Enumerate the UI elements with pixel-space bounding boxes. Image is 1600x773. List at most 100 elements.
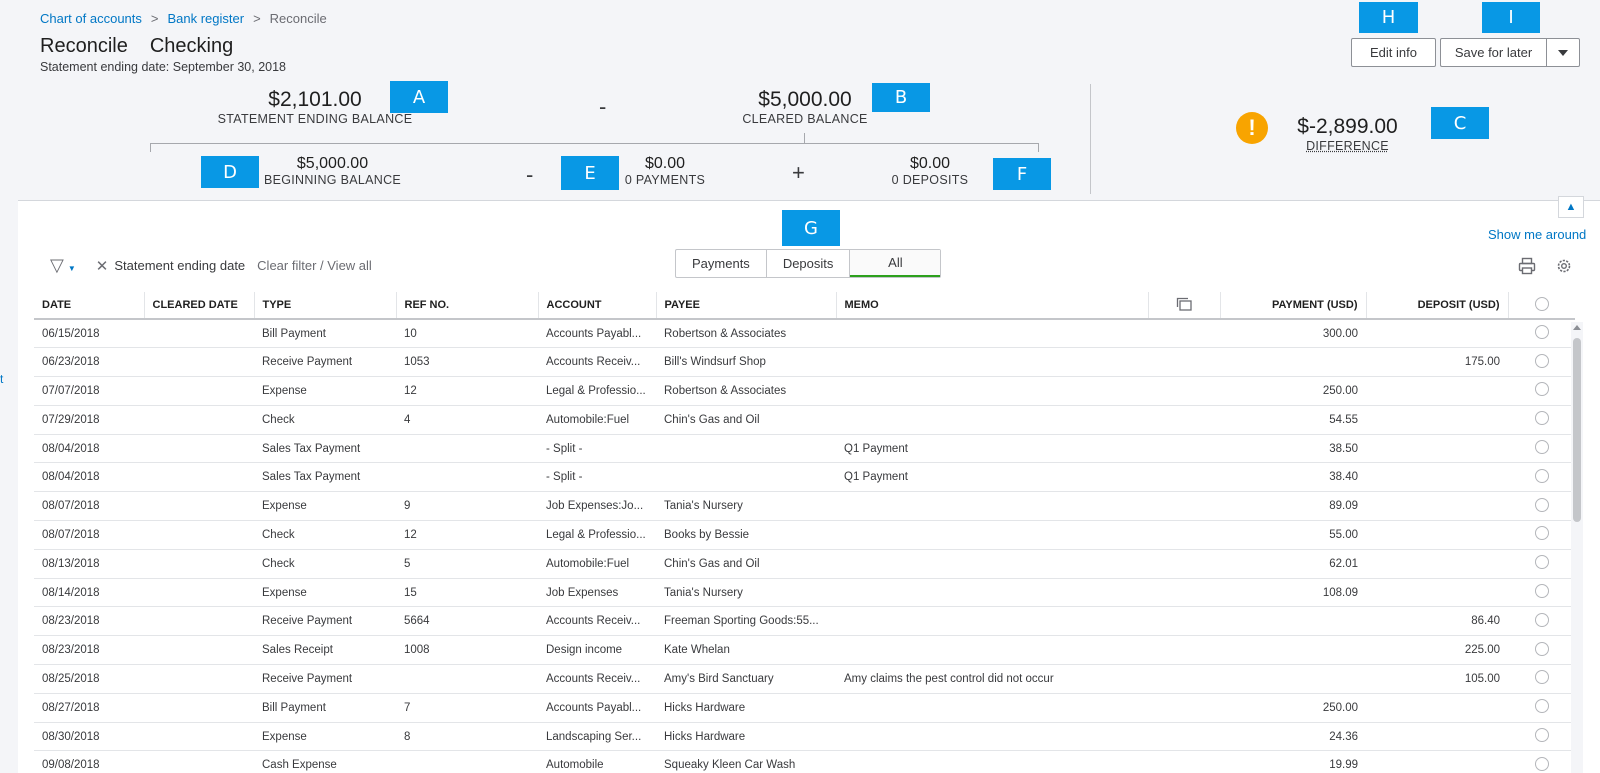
table-row[interactable]: 08/23/2018 Receive Payment 5664 Accounts Re… [34, 606, 1575, 637]
col-ref[interactable]: REF NO. [396, 292, 539, 320]
table-row[interactable]: 06/15/2018 Bill Payment 10 Accounts Payabl.… [34, 319, 1575, 349]
transaction-type-tabs: Payments Deposits All [675, 249, 942, 278]
cell-memo [836, 491, 1148, 522]
cell-payment: 250.00 [1220, 693, 1366, 723]
save-for-later-button[interactable]: Save for later [1440, 38, 1546, 67]
table-scrollbar[interactable] [1571, 322, 1583, 773]
breadcrumb-reconcile: Reconcile [269, 11, 327, 26]
filter-icon[interactable]: ▽ [50, 255, 64, 276]
cell-clear-toggle[interactable] [1508, 520, 1575, 550]
cell-clear-toggle[interactable] [1508, 606, 1575, 637]
cell-deposit [1366, 491, 1508, 522]
cell-memo [836, 635, 1148, 666]
cell-clear-toggle[interactable] [1508, 434, 1575, 464]
cell-ref: 8 [396, 722, 538, 752]
cell-clear-toggle[interactable] [1508, 347, 1575, 378]
clear-radio[interactable] [1534, 382, 1549, 397]
cell-clear-toggle[interactable] [1508, 578, 1575, 608]
cell-date: 06/15/2018 [34, 319, 144, 349]
clear-radio[interactable] [1534, 641, 1549, 656]
copy-icon[interactable] [1176, 297, 1192, 311]
clear-radio[interactable] [1534, 468, 1549, 483]
cell-cleared [144, 606, 254, 637]
cell-clear-toggle[interactable] [1508, 750, 1575, 773]
table-row[interactable]: 08/07/2018 Expense 9 Job Expenses:Jo... Tani… [34, 491, 1575, 522]
scrollbar-thumb[interactable] [1573, 338, 1581, 522]
table-row[interactable]: 08/04/2018 Sales Tax Payment - Split - Q1 P… [34, 462, 1575, 493]
cell-clear-toggle[interactable] [1508, 664, 1575, 694]
tab-all[interactable]: All [850, 250, 941, 277]
tab-payments[interactable]: Payments [676, 250, 767, 277]
clear-radio[interactable] [1534, 325, 1549, 340]
table-row[interactable]: 08/27/2018 Bill Payment 7 Accounts Payabl..… [34, 693, 1575, 723]
table-row[interactable]: 07/07/2018 Expense 12 Legal & Professio... R… [34, 376, 1575, 406]
col-payee[interactable]: PAYEE [656, 292, 837, 320]
cell-clear-toggle[interactable] [1508, 693, 1575, 723]
clear-radio[interactable] [1534, 526, 1549, 541]
cell-type: Sales Tax Payment [254, 434, 396, 464]
cell-memo [836, 405, 1148, 435]
cell-clear-toggle[interactable] [1508, 319, 1575, 349]
col-cleared-date[interactable]: CLEARED DATE [144, 292, 255, 320]
cell-type: Receive Payment [254, 606, 396, 637]
table-row[interactable]: 08/30/2018 Expense 8 Landscaping Ser... Hick… [34, 722, 1575, 752]
cell-clear-toggle[interactable] [1508, 635, 1575, 666]
cell-clear-toggle[interactable] [1508, 376, 1575, 406]
show-me-around-link[interactable]: Show me around [1488, 227, 1586, 242]
table-row[interactable]: 07/29/2018 Check 4 Automobile:Fuel Chin's Ga… [34, 405, 1575, 435]
left-edge-link[interactable]: t [0, 372, 3, 386]
cell-cleared [144, 434, 254, 464]
col-type[interactable]: TYPE [254, 292, 397, 320]
clear-filter-link[interactable]: Clear filter / View all [257, 258, 372, 273]
col-copy[interactable] [1148, 292, 1221, 320]
clear-radio[interactable] [1534, 353, 1549, 368]
cell-clear-toggle[interactable] [1508, 722, 1575, 752]
col-payment[interactable]: PAYMENT (USD) [1220, 292, 1367, 320]
clear-radio[interactable] [1534, 612, 1549, 627]
clear-radio[interactable] [1534, 584, 1549, 599]
table-row[interactable]: 08/13/2018 Check 5 Automobile:Fuel Chin's Ga… [34, 549, 1575, 579]
tab-deposits[interactable]: Deposits [767, 250, 851, 277]
table-row[interactable]: 08/04/2018 Sales Tax Payment - Split - Q1 P… [34, 434, 1575, 464]
clear-radio[interactable] [1534, 699, 1549, 714]
cell-type: Expense [254, 722, 396, 752]
clear-radio[interactable] [1534, 670, 1549, 685]
clear-radio[interactable] [1534, 440, 1549, 455]
cell-clear-toggle[interactable] [1508, 462, 1575, 493]
save-options-dropdown[interactable] [1546, 38, 1580, 67]
cell-clear-toggle[interactable] [1508, 491, 1575, 522]
clear-radio[interactable] [1534, 555, 1549, 570]
cell-clear-toggle[interactable] [1508, 405, 1575, 435]
edit-info-button[interactable]: Edit info [1351, 38, 1436, 67]
close-icon[interactable]: ✕ [96, 257, 109, 275]
cell-copy [1148, 693, 1220, 723]
gear-icon[interactable] [1555, 257, 1573, 275]
table-row[interactable]: 06/23/2018 Receive Payment 1053 Accounts Re… [34, 347, 1575, 378]
filter-dropdown-icon[interactable]: ▼ [68, 264, 76, 273]
table-row[interactable]: 08/07/2018 Check 12 Legal & Professio... Boo… [34, 520, 1575, 550]
table-row[interactable]: 09/08/2018 Cash Expense Automobile Squeaky … [34, 750, 1575, 773]
col-date[interactable]: DATE [34, 292, 145, 320]
breadcrumb-bank-register[interactable]: Bank register [167, 11, 244, 26]
clear-radio[interactable] [1534, 728, 1549, 743]
cell-cleared [144, 635, 254, 666]
col-deposit[interactable]: DEPOSIT (USD) [1366, 292, 1509, 320]
col-memo[interactable]: MEMO [836, 292, 1149, 320]
table-row[interactable]: 08/25/2018 Receive Payment Accounts Receiv… [34, 664, 1575, 694]
col-account[interactable]: ACCOUNT [538, 292, 657, 320]
col-select-all[interactable] [1508, 292, 1575, 320]
table-row[interactable]: 08/23/2018 Sales Receipt 1008 Design income… [34, 635, 1575, 666]
clear-radio[interactable] [1534, 756, 1549, 771]
cell-date: 09/08/2018 [34, 750, 144, 773]
beginning-balance: $5,000.00 BEGINNING BALANCE [263, 155, 402, 187]
callout-b: B [872, 83, 930, 112]
table-row[interactable]: 08/14/2018 Expense 15 Job Expenses Tania's N… [34, 578, 1575, 608]
cell-copy [1148, 434, 1220, 464]
clear-radio[interactable] [1534, 497, 1549, 512]
clear-radio[interactable] [1534, 411, 1549, 426]
select-all-radio[interactable] [1534, 296, 1549, 311]
cell-clear-toggle[interactable] [1508, 549, 1575, 579]
collapse-summary-button[interactable]: ▲ [1558, 196, 1584, 218]
print-icon[interactable] [1518, 257, 1536, 275]
breadcrumb-chart-of-accounts[interactable]: Chart of accounts [40, 11, 142, 26]
